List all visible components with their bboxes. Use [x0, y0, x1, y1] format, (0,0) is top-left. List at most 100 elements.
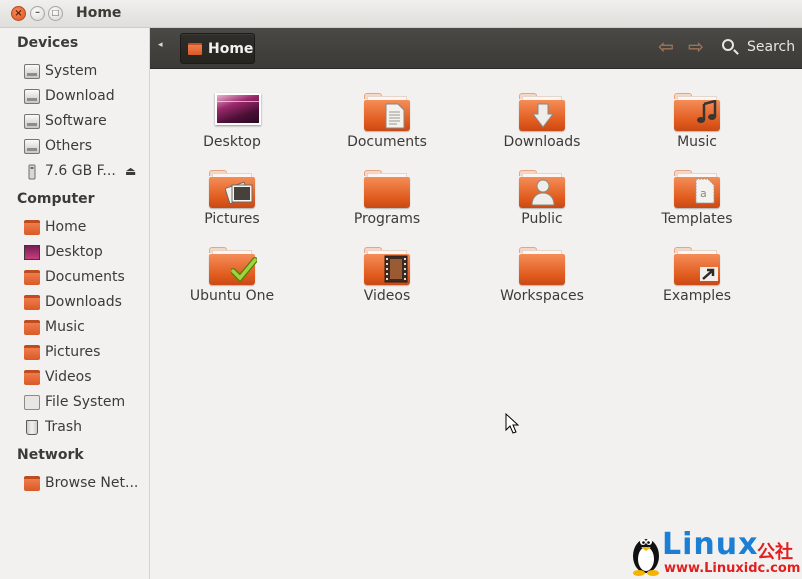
title-bar[interactable]: × – □ Home — [0, 0, 802, 28]
file-item-label: Music — [677, 134, 717, 150]
file-item-label: Ubuntu One — [189, 288, 275, 304]
file-item-workspaces[interactable]: Workspaces — [467, 231, 617, 306]
hard-drive-icon — [24, 64, 40, 79]
folder-icon — [364, 170, 410, 208]
file-system-icon — [24, 395, 40, 410]
file-item-pictures[interactable]: Pictures — [157, 154, 307, 229]
path-button-label: Home — [208, 41, 254, 57]
sidebar-item-home[interactable]: Home — [24, 217, 148, 239]
search-button[interactable]: Search — [720, 37, 800, 61]
file-item-label: Downloads — [503, 134, 581, 150]
sidebar-item-download[interactable]: Download — [24, 86, 148, 108]
sidebar-item-label: File System — [45, 394, 126, 410]
hard-drive-icon — [24, 89, 40, 104]
file-item-downloads[interactable]: Downloads — [467, 77, 617, 152]
maximize-window-button[interactable]: □ — [48, 6, 63, 21]
usb-drive-icon — [24, 164, 40, 180]
sidebar-item-label: Downloads — [45, 294, 122, 310]
hard-drive-icon — [24, 139, 40, 154]
search-icon — [722, 39, 734, 51]
network-folder-icon — [24, 476, 40, 491]
sidebar-item-pictures[interactable]: Pictures — [24, 342, 148, 364]
music-folder-icon — [24, 320, 40, 335]
sidebar-item-desktop[interactable]: Desktop — [24, 242, 148, 264]
file-item-programs[interactable]: Programs — [312, 154, 462, 229]
file-item-templates[interactable]: a Templates — [622, 154, 772, 229]
sidebar-item-label: Pictures — [45, 344, 101, 360]
close-window-button[interactable]: × — [11, 6, 26, 21]
file-item-label: Templates — [661, 211, 733, 227]
sidebar-item-videos[interactable]: Videos — [24, 367, 148, 389]
sidebar-item-label: Videos — [45, 369, 92, 385]
eject-icon[interactable]: ⏏ — [125, 164, 136, 178]
file-item-documents[interactable]: Documents — [312, 77, 462, 152]
ubuntu-one-folder-icon — [209, 247, 257, 285]
file-item-label: Desktop — [203, 134, 261, 150]
file-item-label: Examples — [662, 288, 732, 304]
desktop-icon — [24, 245, 40, 260]
file-item-examples[interactable]: Examples — [622, 231, 772, 306]
sidebar-item-label: Others — [45, 138, 93, 154]
back-button[interactable]: ⇦ — [658, 36, 674, 58]
path-button-home[interactable]: Home — [180, 33, 255, 64]
public-folder-icon — [519, 170, 565, 208]
watermark: Linux 公社 www.Linuxidc.com — [626, 528, 802, 579]
music-folder-icon — [674, 93, 720, 131]
sidebar-item-label: Download — [45, 88, 115, 104]
penguin-logo-icon — [633, 539, 659, 576]
file-item-label: Videos — [363, 288, 411, 304]
sidebar-item-label: Documents — [45, 269, 125, 285]
sidebar-item-music[interactable]: Music — [24, 317, 148, 339]
forward-button[interactable]: ⇨ — [688, 36, 704, 58]
sidebar-item-software[interactable]: Software — [24, 111, 148, 133]
home-folder-icon — [24, 220, 40, 235]
path-bar-left-arrow[interactable]: ◂ — [158, 40, 163, 50]
sidebar-item-label: Browse Net... — [45, 475, 139, 491]
svg-text:a: a — [700, 187, 707, 200]
sidebar-item-system[interactable]: System — [24, 61, 148, 83]
file-item-public[interactable]: Public — [467, 154, 617, 229]
file-view[interactable]: Desktop Documents Downloads Music Pictur… — [151, 69, 802, 579]
trash-icon — [26, 420, 38, 435]
downloads-folder-icon — [24, 295, 40, 310]
minimize-window-button[interactable]: – — [30, 6, 45, 21]
sidebar-item-documents[interactable]: Documents — [24, 267, 148, 289]
folder-icon — [519, 247, 565, 285]
templates-folder-icon: a — [674, 170, 720, 208]
home-folder-icon — [188, 43, 202, 55]
file-item-music[interactable]: Music — [622, 77, 772, 152]
pictures-folder-icon — [209, 170, 255, 208]
sidebar-item-browse-network[interactable]: Browse Net... — [24, 473, 148, 495]
mouse-cursor-icon — [505, 413, 519, 434]
sidebar-item-label: Trash — [45, 419, 82, 435]
watermark-url: www.Linuxidc.com — [664, 561, 801, 576]
sidebar-item-label: 7.6 GB F... — [45, 163, 116, 179]
sidebar-item-file-system[interactable]: File System — [24, 392, 148, 414]
videos-folder-icon — [364, 247, 410, 285]
sidebar-item-trash[interactable]: Trash — [24, 417, 148, 439]
sidebar-heading-network: Network — [17, 447, 84, 463]
hard-drive-icon — [24, 114, 40, 129]
file-item-label: Programs — [353, 211, 421, 227]
file-item-desktop[interactable]: Desktop — [157, 77, 307, 152]
documents-folder-icon — [24, 270, 40, 285]
file-item-label: Documents — [347, 134, 427, 150]
sidebar-item-label: Home — [45, 219, 87, 235]
sidebar-item-label: System — [45, 63, 98, 79]
sidebar-item-others[interactable]: Others — [24, 136, 148, 158]
file-item-videos[interactable]: Videos — [312, 231, 462, 306]
sidebar: Devices System Download Software Others … — [0, 28, 150, 579]
videos-folder-icon — [24, 370, 40, 385]
file-item-label: Public — [521, 211, 563, 227]
sidebar-item-usb-drive[interactable]: 7.6 GB F... ⏏ — [24, 161, 148, 183]
file-item-label: Pictures — [204, 211, 260, 227]
pictures-folder-icon — [24, 345, 40, 360]
sidebar-item-label: Desktop — [45, 244, 103, 260]
file-manager-window: × – □ Home Devices System Download Softw… — [0, 0, 802, 579]
sidebar-item-downloads[interactable]: Downloads — [24, 292, 148, 314]
file-item-label: Workspaces — [500, 288, 584, 304]
toolbar: ◂ Home ⇦ ⇨ Search — [150, 28, 802, 69]
file-item-ubuntu-one[interactable]: Ubuntu One — [157, 231, 307, 306]
window-title: Home — [76, 5, 122, 21]
desktop-icon — [215, 93, 261, 125]
